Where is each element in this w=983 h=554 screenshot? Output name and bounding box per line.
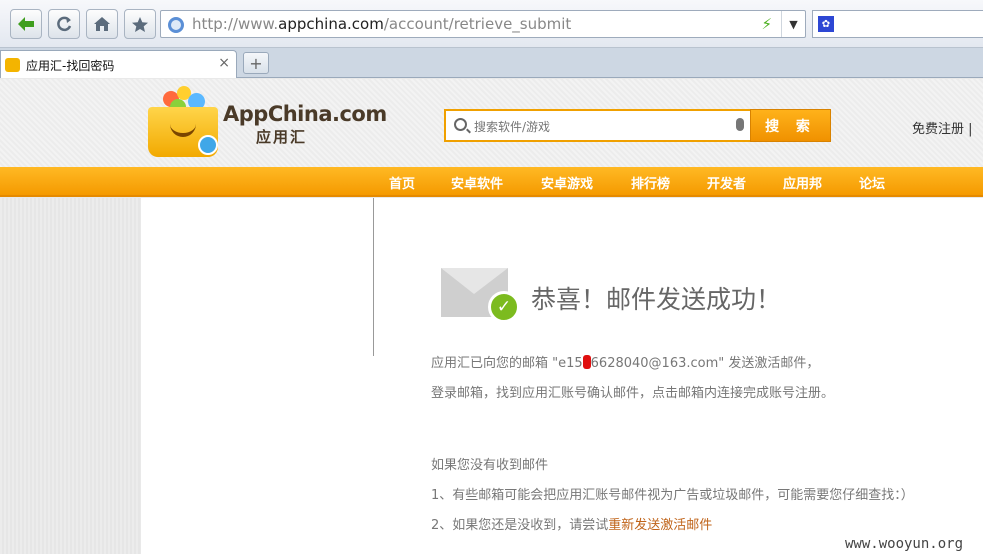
refresh-icon: [57, 16, 72, 32]
resend-activation-link[interactable]: 重新发送激活邮件: [608, 518, 712, 533]
nav-appbang[interactable]: 应用邦: [783, 173, 822, 192]
nav-home[interactable]: 首页: [389, 173, 415, 192]
smiley-face-icon: [198, 135, 218, 155]
checkmark-icon: ✓: [488, 291, 520, 323]
lightning-icon[interactable]: ⚡: [761, 15, 772, 33]
nav-forum[interactable]: 论坛: [859, 173, 885, 192]
back-button[interactable]: [10, 9, 42, 39]
main-nav: 首页 安卓软件 安卓游戏 排行榜 开发者 应用邦 论坛: [0, 167, 983, 197]
new-tab-button[interactable]: +: [243, 52, 269, 74]
bookmark-button[interactable]: [124, 9, 156, 39]
url-text[interactable]: http://www.appchina.com/account/retrieve…: [192, 15, 571, 33]
microphone-icon[interactable]: [736, 118, 744, 131]
search-input[interactable]: [474, 117, 724, 137]
favicon-icon: [5, 58, 20, 72]
divider: [373, 198, 374, 356]
help-title: 如果您没有收到邮件: [431, 458, 549, 473]
tab-strip: 应用汇-找回密码 × +: [0, 48, 983, 78]
browser-toolbar: http://www.appchina.com/account/retrieve…: [0, 0, 983, 48]
refresh-button[interactable]: [48, 9, 80, 39]
back-arrow-icon: [18, 17, 34, 31]
instruction-message: 登录邮箱，找到应用汇账号确认邮件，点击邮箱内连接完成账号注册。: [431, 386, 835, 401]
logo-cn: 应用汇: [256, 128, 308, 146]
register-link[interactable]: 免费注册 |: [912, 118, 973, 137]
url-dropdown-button[interactable]: ▼: [781, 11, 805, 37]
nav-android-games[interactable]: 安卓游戏: [541, 173, 593, 192]
home-button[interactable]: [86, 9, 118, 39]
smile-icon: [170, 123, 196, 137]
logo-name: AppChina.com: [223, 102, 387, 126]
baidu-paw-icon[interactable]: ✿: [818, 16, 834, 32]
site-search-box: [444, 109, 752, 142]
help-item-2: 2、如果您还是没收到，请尝试重新发送激活邮件: [431, 518, 713, 533]
tab-retrieve-password[interactable]: 应用汇-找回密码 ×: [0, 50, 237, 78]
search-icon: [454, 118, 467, 131]
search-button[interactable]: 搜 索: [750, 109, 831, 142]
tab-title: 应用汇-找回密码: [26, 59, 115, 73]
chevron-down-icon: ▼: [789, 17, 798, 31]
address-bar[interactable]: http://www.appchina.com/account/retrieve…: [160, 10, 806, 38]
home-icon: [94, 17, 110, 31]
redaction-mark: [582, 355, 591, 369]
close-icon[interactable]: ×: [218, 55, 230, 71]
main-content: ✓ 恭喜！邮件发送成功！ 应用汇已向您的邮箱 "e15 6628040@163.c…: [141, 198, 983, 554]
help-item-1: 1、有些邮箱可能会把应用汇账号邮件视为广告或垃圾邮件，可能需要您仔细查找：）: [431, 488, 914, 503]
star-icon: [132, 16, 148, 32]
nav-android-apps[interactable]: 安卓软件: [451, 173, 503, 192]
site-identity-icon: [168, 17, 184, 33]
browser-search-box[interactable]: ✿: [812, 10, 983, 38]
sent-message: 应用汇已向您的邮箱 "e15 6628040@163.com" 发送激活邮件，: [431, 355, 820, 371]
page-background: [0, 198, 140, 554]
site-header: AppChina.com 应用汇 搜 索 免费注册 |: [0, 79, 983, 167]
watermark: www.wooyun.org: [845, 536, 964, 552]
nav-developers[interactable]: 开发者: [707, 173, 746, 192]
success-title: 恭喜！邮件发送成功！: [531, 285, 782, 314]
nav-rankings[interactable]: 排行榜: [631, 173, 670, 192]
